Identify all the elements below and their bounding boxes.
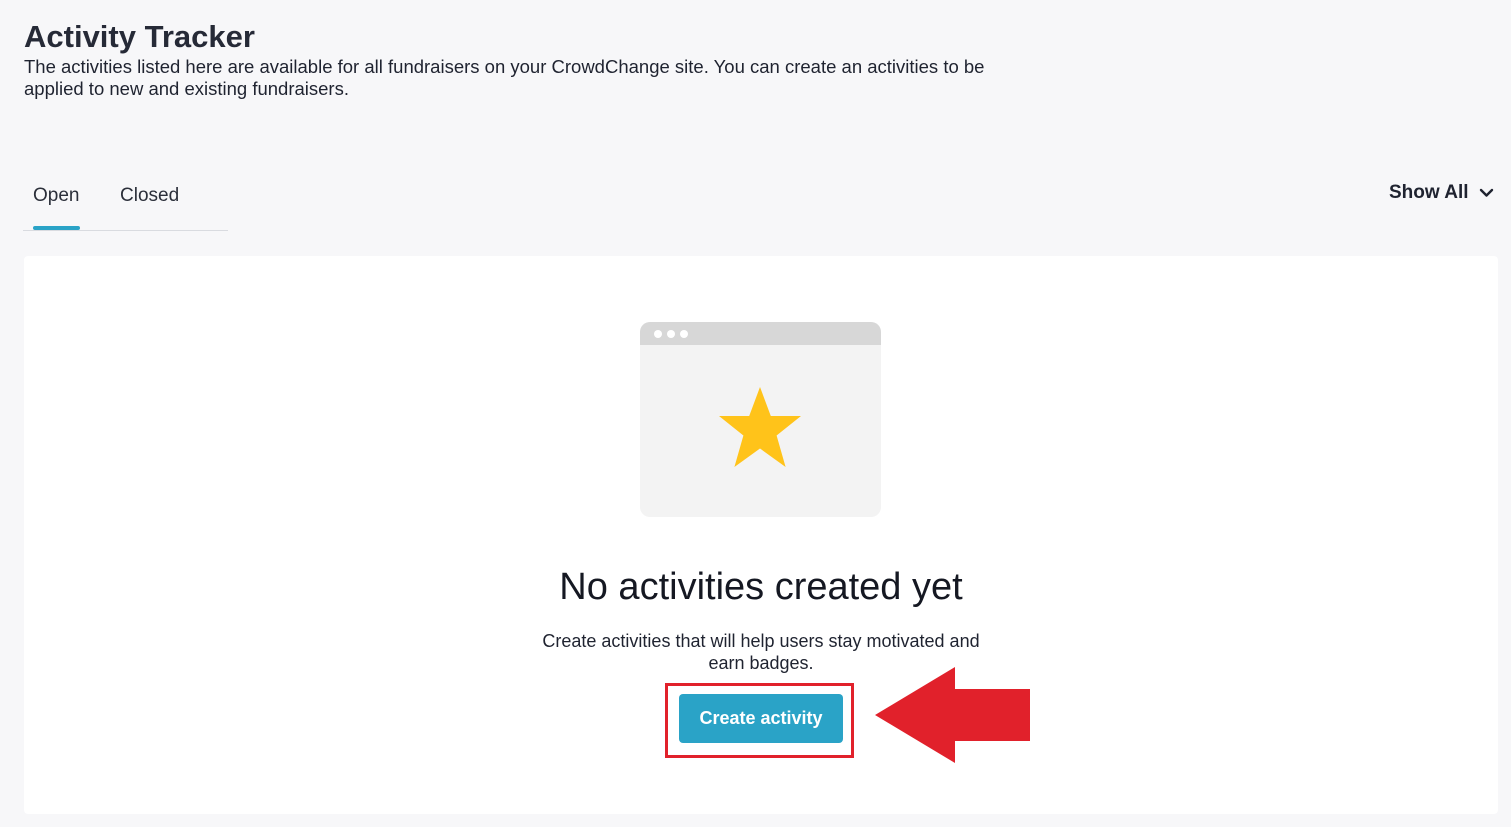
browser-dot xyxy=(654,330,662,338)
page-title: Activity Tracker xyxy=(24,19,255,54)
star-icon xyxy=(719,387,801,467)
show-all-dropdown[interactable]: Show All xyxy=(1389,180,1494,206)
empty-state-title: No activities created yet xyxy=(559,566,963,608)
browser-window-icon xyxy=(640,322,881,517)
activities-panel: No activities created yet Create activit… xyxy=(24,256,1498,814)
create-activity-button[interactable]: Create activity xyxy=(679,694,843,743)
browser-dot xyxy=(680,330,688,338)
active-tab-indicator xyxy=(33,226,80,230)
activity-tabs: Open Closed xyxy=(23,168,228,231)
left-arrow-icon xyxy=(875,667,1030,763)
chevron-down-icon xyxy=(1479,188,1493,197)
show-all-label: Show All xyxy=(1389,182,1469,203)
tab-open[interactable]: Open xyxy=(33,184,79,208)
browser-title-bar xyxy=(640,322,881,345)
tab-closed[interactable]: Closed xyxy=(120,184,179,208)
page-description: The activities listed here are available… xyxy=(24,56,985,99)
browser-dot xyxy=(667,330,675,338)
